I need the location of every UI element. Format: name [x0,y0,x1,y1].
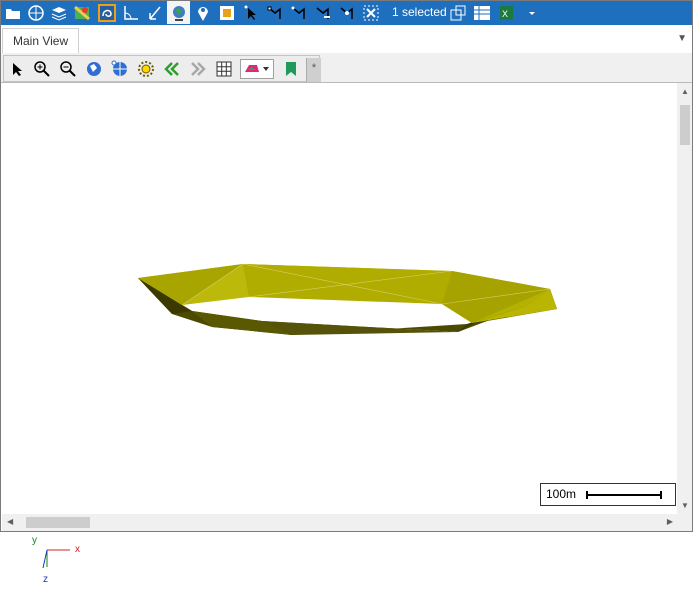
map-icon[interactable] [70,1,93,24]
globe-view-icon[interactable] [83,58,105,79]
ribbon-toolbar: 1 selected X [0,0,693,25]
select-box-icon[interactable] [215,1,238,24]
view-tab-bar: Main View ▼ [0,25,693,54]
toolbar-overflow-button[interactable]: * [306,58,321,82]
move-vertex-icon[interactable] [335,1,358,24]
pin-icon[interactable] [191,1,214,24]
select-pointer-icon[interactable] [239,1,262,24]
vertical-scroll-thumb[interactable] [680,105,690,145]
axis-x-label: x [75,544,80,555]
map-viewport[interactable]: y x z 100m [2,83,677,585]
view-toolstrip: * [3,55,321,82]
scale-bar-label: 100m [546,487,577,501]
vertical-scrollbar[interactable]: ▲ ▼ [677,83,693,514]
axis-y-label: y [32,535,37,546]
globe-settings-icon[interactable] [24,1,47,24]
delete-vertex-icon[interactable] [311,1,334,24]
horizontal-scroll-thumb[interactable] [26,517,90,528]
excel-export-icon[interactable]: X [494,1,517,24]
clear-selection-icon[interactable] [359,1,382,24]
edit-vertices-icon[interactable] [263,1,286,24]
tab-main-view[interactable]: Main View [2,28,80,54]
scrollbar-corner [677,514,693,531]
attribute-table-icon[interactable] [470,1,493,24]
scale-bar: 100m [540,483,676,506]
scale-bar-line [586,491,662,499]
copy-to-layer-icon[interactable] [446,1,469,24]
layers-icon[interactable] [47,1,70,24]
rewind-icon[interactable] [161,58,183,79]
scroll-left-icon[interactable]: ◀ [7,517,13,526]
scroll-down-icon[interactable]: ▼ [681,501,689,510]
color-style-dropdown[interactable] [240,59,274,79]
sun-icon[interactable] [135,58,157,79]
grid-icon[interactable] [213,58,235,79]
feature-icon[interactable] [95,1,118,24]
horizontal-scrollbar[interactable]: ◀ ▶ [2,514,677,531]
open-folder-icon[interactable] [1,1,24,24]
tab-menu-icon[interactable]: ▼ [677,33,687,44]
angle-icon[interactable] [119,1,142,24]
scroll-right-icon[interactable]: ▶ [667,517,673,526]
more-dropdown-icon[interactable] [520,1,543,24]
globe-network-icon[interactable] [109,58,131,79]
3d-surface-render [138,263,557,335]
transform-icon[interactable] [143,1,166,24]
axis-z-label: z [43,574,48,585]
pointer-icon[interactable] [6,58,28,79]
view-toolbar: * [0,53,693,83]
forward-icon[interactable] [187,58,209,79]
svg-text:X: X [502,9,508,19]
scroll-up-icon[interactable]: ▲ [681,87,689,96]
axis-indicator: y x z [30,535,100,590]
add-vertex-icon[interactable] [287,1,310,24]
bookmark-icon[interactable] [280,58,302,79]
selection-count-label: 1 selected [392,5,447,19]
zoom-out-icon[interactable] [57,58,79,79]
axis-lines [42,549,70,569]
zoom-in-icon[interactable] [31,58,53,79]
globe-icon[interactable] [167,1,190,24]
